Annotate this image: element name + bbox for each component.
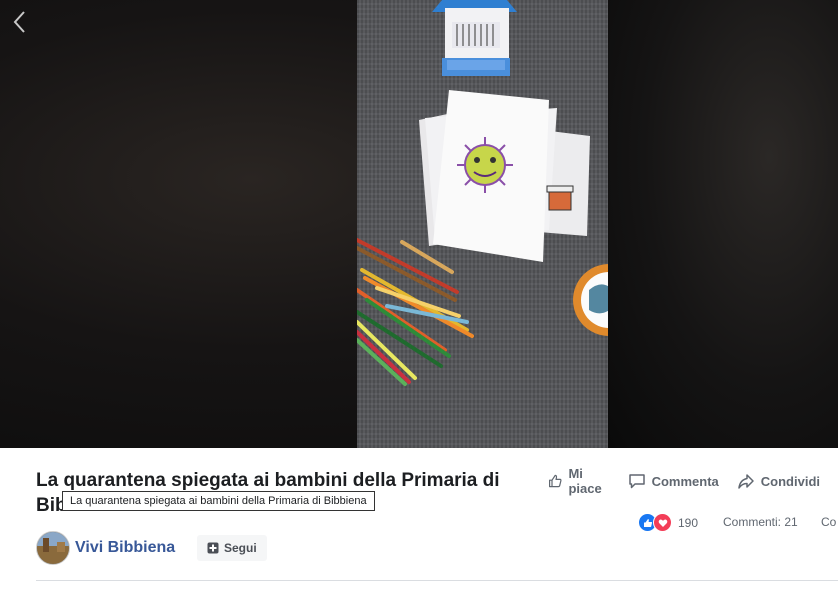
love-reaction-icon	[653, 513, 672, 532]
video-player[interactable]	[0, 0, 838, 448]
page-info: Vivi Bibbiena	[36, 531, 175, 565]
video-blur-background	[608, 0, 838, 448]
thumbs-up-icon	[549, 474, 562, 488]
share-button[interactable]: Condividi	[737, 466, 820, 496]
follow-plus-icon	[207, 542, 219, 554]
chevron-left-icon[interactable]	[10, 10, 30, 34]
video-frame	[357, 0, 608, 448]
colored-pencils	[357, 238, 474, 386]
birdhouse-illustration	[432, 0, 517, 76]
round-box	[573, 264, 608, 336]
virus-drawing	[457, 137, 513, 193]
reactions-summary[interactable]: 190	[638, 513, 698, 532]
like-label: Mi piace	[568, 466, 602, 496]
comments-count-link[interactable]: Commenti: 21	[723, 515, 798, 529]
reactions-count: 190	[678, 515, 699, 530]
follow-button[interactable]: Segui	[197, 535, 267, 561]
comment-label: Commenta	[651, 473, 719, 489]
action-bar: Mi piace Commenta Condividi	[548, 466, 838, 496]
like-button[interactable]: Mi piace	[548, 466, 610, 496]
title-tooltip: La quarantena spiegata ai bambini della …	[62, 491, 375, 511]
comment-icon	[628, 474, 645, 489]
page-avatar[interactable]	[36, 531, 70, 565]
truncated-stat-label[interactable]: Co	[821, 515, 836, 529]
page-name-link[interactable]: Vivi Bibbiena	[75, 539, 175, 557]
section-divider	[36, 580, 838, 581]
share-label: Condividi	[760, 473, 820, 489]
follow-label: Segui	[224, 541, 257, 555]
video-scene	[357, 0, 608, 386]
comment-button[interactable]: Commenta	[628, 466, 719, 496]
share-icon	[738, 474, 754, 489]
